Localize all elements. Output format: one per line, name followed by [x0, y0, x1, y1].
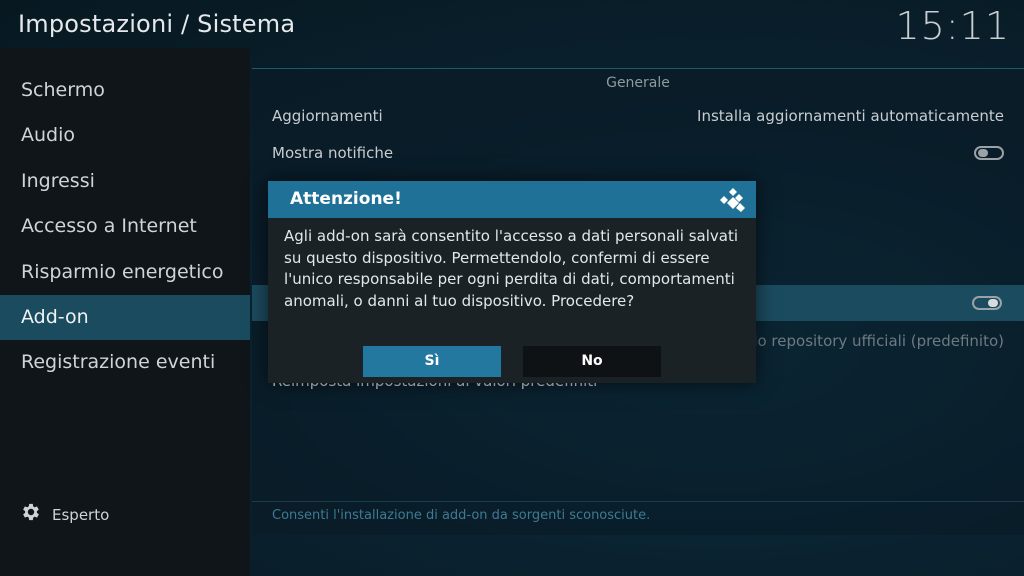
- sidebar-item-add-on[interactable]: Add-on: [0, 295, 250, 340]
- toggle-knob: [978, 149, 988, 157]
- dialog-message: Agli add-on sarà consentito l'accesso a …: [284, 227, 739, 310]
- no-button[interactable]: No: [523, 346, 661, 377]
- toggle-switch-on[interactable]: [972, 296, 1002, 310]
- toggle-knob: [988, 299, 998, 307]
- setting-description: Consenti l'installazione di add-on da so…: [272, 508, 651, 523]
- sidebar-item-schermo[interactable]: Schermo: [0, 68, 250, 113]
- yes-button[interactable]: Sì: [363, 346, 501, 377]
- settings-level-label: Esperto: [52, 506, 110, 524]
- confirm-dialog: Attenzione! Agli add-on sarà consentito …: [268, 181, 756, 383]
- clock: 15:11: [895, 4, 1010, 48]
- divider: [252, 501, 1024, 502]
- section-title: Generale: [606, 75, 670, 91]
- toggle-switch-off[interactable]: [974, 146, 1004, 160]
- gear-icon: [20, 501, 52, 529]
- setting-value: Solo repository ufficiali (predefinito): [734, 332, 1004, 350]
- setting-value: Installa aggiornamenti automaticamente: [697, 107, 1004, 125]
- page-title: Impostazioni / Sistema: [18, 10, 296, 38]
- setting-label: Aggiornamenti: [272, 107, 383, 125]
- sidebar-item-audio[interactable]: Audio: [0, 113, 250, 158]
- dialog-header: Attenzione!: [268, 181, 756, 218]
- setting-row-aggiornamenti[interactable]: Aggiornamenti Installa aggiornamenti aut…: [272, 98, 1004, 134]
- sidebar-item-ingressi[interactable]: Ingressi: [0, 159, 250, 204]
- sidebar-item-risparmio-energetico[interactable]: Risparmio energetico: [0, 250, 250, 295]
- settings-level-button[interactable]: Esperto: [20, 501, 110, 529]
- sidebar-item-accesso-internet[interactable]: Accesso a Internet: [0, 204, 250, 249]
- dialog-title: Attenzione!: [290, 189, 402, 209]
- sidebar: Schermo Audio Ingressi Accesso a Interne…: [0, 48, 250, 576]
- kodi-logo-icon: [720, 187, 746, 217]
- sidebar-item-registrazione-eventi[interactable]: Registrazione eventi: [0, 340, 250, 385]
- setting-row-mostra-notifiche[interactable]: Mostra notifiche: [272, 135, 1004, 171]
- setting-label: Mostra notifiche: [272, 144, 394, 162]
